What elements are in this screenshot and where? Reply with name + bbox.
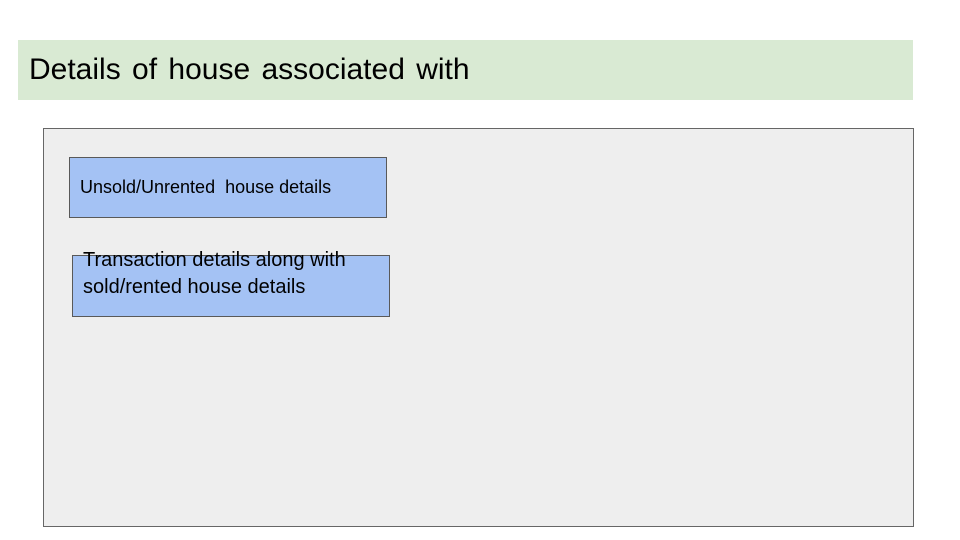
- transaction-details-label: Transaction details along with sold/rent…: [83, 249, 346, 298]
- unsold-unrented-house-details-label: Unsold/Unrented house details: [80, 177, 332, 197]
- unsold-unrented-house-details-box: Unsold/Unrented house details: [69, 157, 387, 218]
- slide-title: Details of house associated with: [29, 53, 470, 86]
- title-bar: Details of house associated with: [18, 40, 913, 100]
- transaction-details-box: Transaction details along with sold/rent…: [72, 249, 390, 317]
